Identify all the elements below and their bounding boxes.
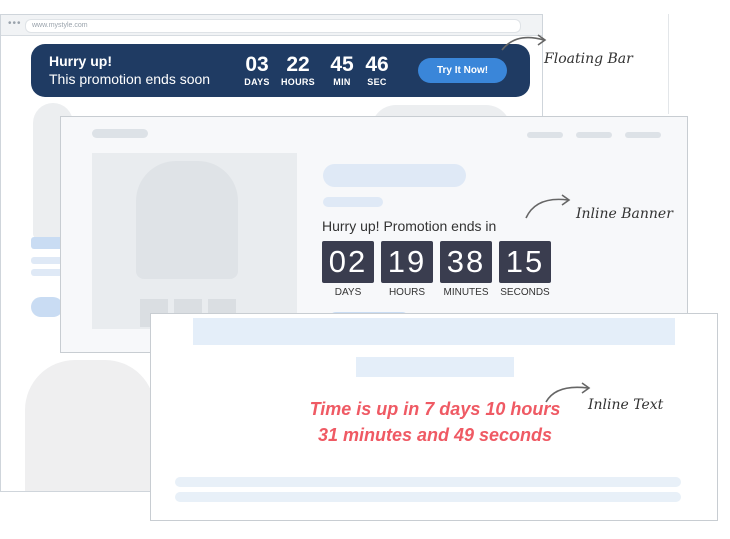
inline-countdown-hours-label: HOURS xyxy=(388,287,426,298)
price-placeholder xyxy=(323,197,383,207)
callout-floating-bar: Floating Bar xyxy=(544,51,633,67)
product-image-jacket xyxy=(25,360,155,491)
address-url: www.mystyle.com xyxy=(32,22,88,29)
title-placeholder xyxy=(323,164,466,187)
inline-countdown-minutes: 38 xyxy=(440,241,492,283)
placeholder-line xyxy=(31,257,63,264)
countdown-hours-value: 22 xyxy=(286,53,310,76)
window-controls[interactable]: ••• xyxy=(8,18,22,29)
placeholder-line xyxy=(31,269,63,276)
placeholder-button xyxy=(31,297,63,317)
subheader-placeholder xyxy=(356,357,514,377)
try-it-now-button[interactable]: Try It Now! xyxy=(418,58,507,83)
nav-placeholder xyxy=(576,132,612,138)
inline-countdown-hours: 19 xyxy=(381,241,433,283)
inline-text-window: Time is up in 7 days 10 hours 31 minutes… xyxy=(150,313,718,521)
header-placeholder xyxy=(193,318,675,345)
floating-bar-title: Hurry up! xyxy=(49,53,112,69)
inline-text-line-2: 31 minutes and 49 seconds xyxy=(317,425,553,445)
browser-toolbar: ••• www.mystyle.com xyxy=(1,15,542,36)
inline-countdown-seconds: 15 xyxy=(499,241,551,283)
logo-placeholder xyxy=(92,129,148,138)
callout-inline-text: Inline Text xyxy=(588,397,664,413)
countdown-hours-label: HOURS xyxy=(280,77,315,87)
countdown-seconds-value: 46 xyxy=(365,53,389,76)
countdown-hours: 22 HOURS xyxy=(276,53,320,87)
nav-placeholder xyxy=(625,132,661,138)
inline-banner-heading: Hurry up! Promotion ends in xyxy=(322,218,497,234)
jacket-illustration xyxy=(136,161,238,279)
floating-bar-subtitle: This promotion ends soon xyxy=(49,71,211,87)
countdown-seconds: 46 SEC xyxy=(355,53,399,87)
inline-countdown-days-label: DAYS xyxy=(334,287,362,298)
countdown-days: 03 DAYS xyxy=(235,53,279,87)
nav-placeholder xyxy=(527,132,563,138)
floating-countdown-bar: Hurry up! This promotion ends soon 03 DA… xyxy=(31,44,530,97)
product-image xyxy=(92,153,297,329)
inline-countdown-minutes-label: MINUTES xyxy=(443,287,489,298)
countdown-days-label: DAYS xyxy=(244,77,270,87)
countdown-days-value: 03 xyxy=(245,53,269,76)
content-placeholder xyxy=(175,477,681,487)
content-placeholder xyxy=(175,492,681,502)
placeholder-button xyxy=(31,237,63,249)
inline-countdown-seconds-label: SECONDS xyxy=(500,287,550,298)
callout-inline-banner: Inline Banner xyxy=(576,206,673,222)
curved-arrow-icon xyxy=(525,194,571,219)
countdown-seconds-label: SEC xyxy=(367,77,387,87)
address-bar[interactable]: www.mystyle.com xyxy=(25,19,521,33)
inline-countdown-days: 02 xyxy=(322,241,374,283)
